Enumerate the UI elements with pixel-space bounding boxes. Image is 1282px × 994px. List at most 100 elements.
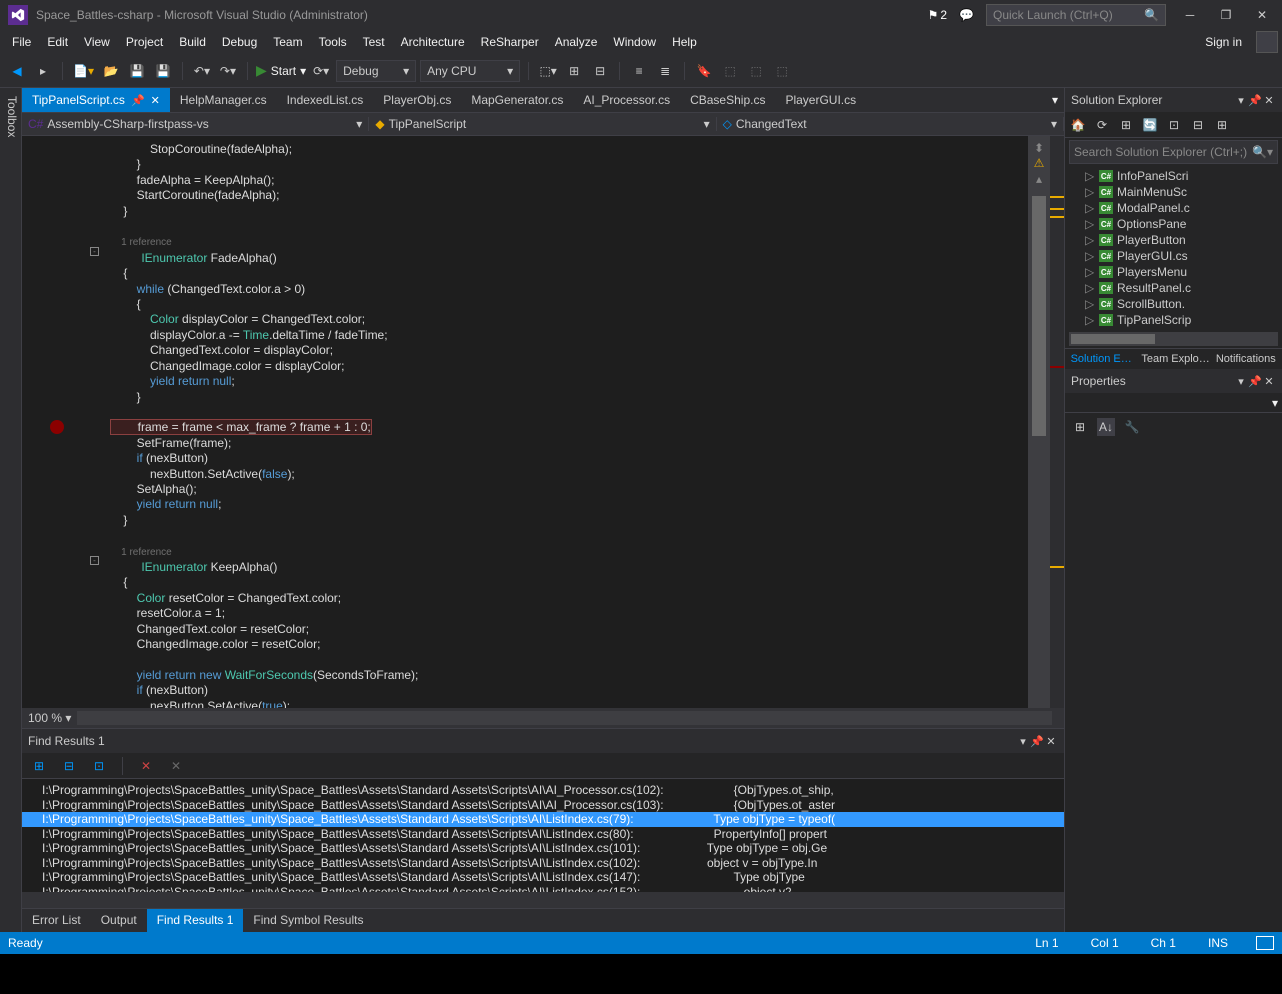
tb-icon-7[interactable]: ⬚: [745, 60, 767, 82]
fr-btn-3[interactable]: ⊡: [88, 755, 110, 777]
tree-item[interactable]: ▷C#ScrollButton.: [1065, 296, 1282, 312]
platform-dropdown[interactable]: Any CPU▾: [420, 60, 520, 82]
new-project-button[interactable]: 📄▾: [71, 60, 96, 82]
tree-item[interactable]: ▷C#ModalPanel.c: [1065, 200, 1282, 216]
restart-button[interactable]: ⟳▾: [310, 60, 332, 82]
menu-resharper[interactable]: ReSharper: [473, 32, 547, 52]
menu-team[interactable]: Team: [265, 32, 310, 52]
home-icon[interactable]: 🏠: [1069, 116, 1087, 134]
menu-analyze[interactable]: Analyze: [547, 32, 606, 52]
props-btn-3[interactable]: 🔧: [1123, 418, 1141, 436]
tab-solution-explorer[interactable]: Solution E…: [1065, 349, 1137, 369]
close-icon[interactable]: ✕: [1262, 375, 1276, 388]
nav-class-dropdown[interactable]: ◆ TipPanelScript▾: [369, 117, 716, 131]
fr-btn-2[interactable]: ⊟: [58, 755, 80, 777]
menu-window[interactable]: Window: [605, 32, 664, 52]
nav-fwd-button[interactable]: ▸: [32, 60, 54, 82]
fr-btn-1[interactable]: ⊞: [28, 755, 50, 777]
find-result-line[interactable]: I:\Programming\Projects\SpaceBattles_uni…: [22, 841, 1064, 856]
tree-item[interactable]: ▷C#InfoPanelScri: [1065, 168, 1282, 184]
code-editor[interactable]: - - StopCoroutine(fadeAlpha); } fadeAlph…: [22, 136, 1064, 708]
find-result-line[interactable]: I:\Programming\Projects\SpaceBattles_uni…: [22, 870, 1064, 885]
solution-hscroll[interactable]: [1069, 332, 1278, 346]
breakpoint-icon[interactable]: [50, 420, 64, 434]
find-result-line[interactable]: I:\Programming\Projects\SpaceBattles_uni…: [22, 827, 1064, 842]
start-debug-button[interactable]: ▶ Start ▾: [256, 62, 306, 79]
avatar-icon[interactable]: [1256, 31, 1278, 53]
sol-btn-6[interactable]: ⊟: [1189, 116, 1207, 134]
find-results-list[interactable]: I:\Programming\Projects\SpaceBattles_uni…: [22, 779, 1064, 892]
tab-error-list[interactable]: Error List: [22, 909, 91, 932]
restore-button[interactable]: ❐: [1214, 4, 1238, 26]
nav-back-button[interactable]: ◀: [6, 60, 28, 82]
close-icon[interactable]: ✕: [151, 94, 160, 107]
scroll-up-icon[interactable]: ▴: [1028, 172, 1050, 186]
menu-test[interactable]: Test: [355, 32, 393, 52]
categorized-icon[interactable]: ⊞: [1071, 418, 1089, 436]
sol-btn-3[interactable]: ⊞: [1117, 116, 1135, 134]
tab-notifications[interactable]: Notifications: [1210, 349, 1282, 369]
tab-team-explorer[interactable]: Team Explo…: [1137, 349, 1209, 369]
nav-project-dropdown[interactable]: C# Assembly-CSharp-firstpass-vs▾: [22, 117, 369, 131]
menu-edit[interactable]: Edit: [39, 32, 76, 52]
close-button[interactable]: ✕: [1250, 4, 1274, 26]
tab-output[interactable]: Output: [91, 909, 147, 932]
file-tab[interactable]: IndexedList.cs: [277, 88, 374, 112]
fr-btn-5[interactable]: ✕: [165, 755, 187, 777]
scroll-thumb[interactable]: [1032, 196, 1046, 436]
panel-dropdown-icon[interactable]: ▾: [1234, 94, 1248, 107]
alphabetical-icon[interactable]: A↓: [1097, 418, 1115, 436]
vertical-scrollbar[interactable]: ⬍ ⚠ ▴: [1028, 136, 1050, 708]
sol-btn-7[interactable]: ⊞: [1213, 116, 1231, 134]
find-result-line[interactable]: I:\Programming\Projects\SpaceBattles_uni…: [22, 783, 1064, 798]
tb-icon-4[interactable]: ≡: [628, 60, 650, 82]
overview-ruler[interactable]: [1050, 136, 1064, 708]
find-result-line[interactable]: I:\Programming\Projects\SpaceBattles_uni…: [22, 856, 1064, 871]
pin-icon[interactable]: 📌: [1248, 375, 1262, 388]
menu-view[interactable]: View: [76, 32, 118, 52]
toolbox-sidebar-tab[interactable]: Toolbox: [0, 88, 22, 932]
file-tab[interactable]: PlayerObj.cs: [373, 88, 461, 112]
find-result-line[interactable]: I:\Programming\Projects\SpaceBattles_uni…: [22, 885, 1064, 893]
bookmark-icon[interactable]: 🔖: [693, 60, 715, 82]
fold-toggle[interactable]: -: [90, 247, 99, 256]
file-tab[interactable]: PlayerGUI.cs: [775, 88, 866, 112]
properties-dropdown[interactable]: ▾: [1065, 393, 1282, 413]
menu-tools[interactable]: Tools: [311, 32, 355, 52]
panel-dropdown-icon[interactable]: ▾: [1234, 375, 1248, 388]
nav-member-dropdown[interactable]: ◇ ChangedText▾: [717, 117, 1064, 131]
tab-find-results[interactable]: Find Results 1: [147, 909, 244, 932]
file-tab[interactable]: HelpManager.cs: [170, 88, 277, 112]
minimize-button[interactable]: ─: [1178, 4, 1202, 26]
tree-item[interactable]: ▷C#ResultPanel.c: [1065, 280, 1282, 296]
open-file-button[interactable]: 📂: [100, 60, 122, 82]
close-icon[interactable]: ✕: [1044, 735, 1058, 748]
redo-button[interactable]: ↷▾: [217, 60, 239, 82]
quick-launch-input[interactable]: Quick Launch (Ctrl+Q) 🔍: [986, 4, 1166, 26]
feedback-icon[interactable]: 💬: [959, 8, 974, 22]
menu-file[interactable]: File: [4, 32, 39, 52]
tree-item[interactable]: ▷C#PlayersMenu: [1065, 264, 1282, 280]
solution-search-input[interactable]: Search Solution Explorer (Ctrl+;) 🔍▾: [1069, 140, 1278, 164]
sol-btn-2[interactable]: ⟳: [1093, 116, 1111, 134]
tb-icon-8[interactable]: ⬚: [771, 60, 793, 82]
file-tab[interactable]: MapGenerator.cs: [461, 88, 573, 112]
split-icon[interactable]: ⬍: [1028, 141, 1050, 155]
tree-item[interactable]: ▷C#TipPanelScrip: [1065, 312, 1282, 328]
sign-in-link[interactable]: Sign in: [1197, 32, 1250, 52]
pin-icon[interactable]: 📌: [1030, 735, 1044, 748]
notifications-flag[interactable]: ⚑ 2: [928, 8, 947, 22]
tree-item[interactable]: ▷C#PlayerButton: [1065, 232, 1282, 248]
resize-grip[interactable]: [1256, 936, 1274, 950]
file-tab[interactable]: CBaseShip.cs: [680, 88, 775, 112]
tb-icon-6[interactable]: ⬚: [719, 60, 741, 82]
tab-overflow-button[interactable]: ▾: [1046, 88, 1064, 112]
menu-debug[interactable]: Debug: [214, 32, 265, 52]
editor-gutter[interactable]: - -: [22, 136, 82, 708]
find-result-line-selected[interactable]: I:\Programming\Projects\SpaceBattles_uni…: [22, 812, 1064, 827]
sol-btn-5[interactable]: ⊡: [1165, 116, 1183, 134]
tb-icon-3[interactable]: ⊟: [589, 60, 611, 82]
sol-btn-4[interactable]: 🔄: [1141, 116, 1159, 134]
solution-tree[interactable]: ▷C#InfoPanelScri ▷C#MainMenuSc ▷C#ModalP…: [1065, 166, 1282, 330]
find-result-line[interactable]: I:\Programming\Projects\SpaceBattles_uni…: [22, 798, 1064, 813]
